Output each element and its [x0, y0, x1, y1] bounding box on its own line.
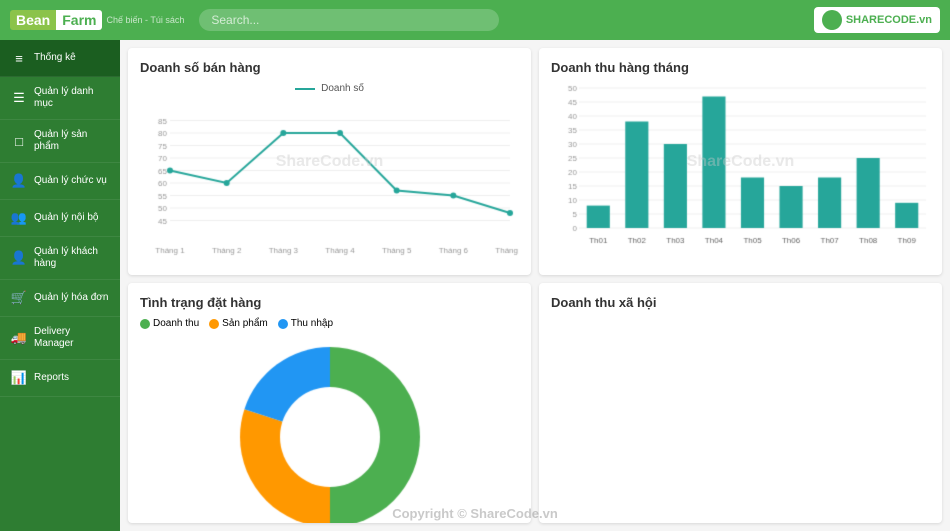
sidebar-item-quan-ly-chuc-vu[interactable]: 👤 Quản lý chức vụ: [0, 163, 120, 200]
card-doanh-thu-hang-thang: Doanh thu hàng tháng ShareCode.vn: [539, 48, 942, 275]
sidebar-label-quan-ly-khach-hang: Quản lý khách hàng: [34, 246, 110, 270]
topbar-right: SHARECODE.vn: [814, 7, 940, 33]
legend-dot: [209, 319, 219, 329]
sidebar-item-quan-ly-noi-bo[interactable]: 👥 Quản lý nội bộ: [0, 200, 120, 237]
card-title-xa-hoi: Doanh thu xã hội: [551, 295, 930, 310]
sidebar-icon-quan-ly-noi-bo: 👥: [10, 209, 28, 227]
legend-dot: [140, 319, 150, 329]
sidebar-item-quan-ly-danh-muc[interactable]: ☰ Quản lý danh mục: [0, 77, 120, 120]
sidebar-item-reports[interactable]: 📊 Reports: [0, 360, 120, 397]
sidebar-label-reports: Reports: [34, 372, 69, 384]
legend-text: Thu nhập: [291, 318, 333, 329]
card-doanh-so-ban-hang: Doanh số bán hàng Doanh số ShareCode.vn: [128, 48, 531, 275]
legend-text: Doanh thu: [153, 318, 199, 329]
sidebar-item-delivery-manager[interactable]: 🚚 Delivery Manager: [0, 317, 120, 360]
sidebar-icon-quan-ly-danh-muc: ☰: [10, 89, 28, 107]
line-chart-legend: Doanh số: [140, 83, 519, 94]
sidebar-icon-thong-ke: ≡: [10, 49, 28, 67]
sidebar-label-delivery-manager: Delivery Manager: [34, 326, 110, 350]
sidebar-label-quan-ly-san-pham: Quản lý sản phẩm: [34, 129, 110, 153]
donut-chart-canvas: [215, 337, 445, 523]
sidebar-icon-delivery-manager: 🚚: [10, 329, 28, 347]
logo-area: Bean Farm Chế biến - Túi sách: [10, 10, 184, 30]
sidebar-icon-quan-ly-khach-hang: 👤: [10, 249, 28, 267]
legend-color-doanh-so: [295, 88, 315, 90]
sidebar-label-quan-ly-noi-bo: Quản lý nội bộ: [34, 212, 99, 224]
legend-label-doanh-so: Doanh số: [321, 83, 364, 94]
sidebar-label-quan-ly-chuc-vu: Quản lý chức vụ: [34, 175, 107, 187]
sidebar-icon-quan-ly-hoa-don: 🛒: [10, 289, 28, 307]
sharecode-icon: [822, 10, 842, 30]
line-chart-canvas: [140, 98, 520, 258]
card-doanh-thu-xa-hoi: Doanh thu xã hội: [539, 283, 942, 523]
legend-text: Sản phẩm: [222, 318, 268, 329]
card-title-doanh-so: Doanh số bán hàng: [140, 60, 519, 75]
card-title-doanh-thu: Doanh thu hàng tháng: [551, 60, 930, 75]
card-title-tinh-trang: Tình trạng đặt hàng: [140, 295, 519, 310]
search-input[interactable]: [199, 9, 499, 31]
main-layout: ≡ Thống kê ☰ Quản lý danh mục □ Quản lý sản p…: [0, 40, 950, 531]
legend-item-doanh-thu: Doanh thu: [140, 318, 199, 329]
sidebar-item-quan-ly-san-pham[interactable]: □ Quản lý sản phẩm: [0, 120, 120, 163]
legend-dot: [278, 319, 288, 329]
logo-sub: Chế biến - Túi sách: [106, 15, 184, 26]
sidebar-item-quan-ly-khach-hang[interactable]: 👤 Quản lý khách hàng: [0, 237, 120, 280]
sidebar-label-quan-ly-danh-muc: Quản lý danh mục: [34, 86, 110, 110]
card-tinh-trang-dat-hang: Tình trạng đặt hàng Doanh thu Sản phẩm Thu…: [128, 283, 531, 523]
sidebar-item-thong-ke[interactable]: ≡ Thống kê: [0, 40, 120, 77]
logo-bean: Bean: [10, 10, 56, 30]
logo-farm: Farm: [56, 10, 102, 30]
sidebar-label-thong-ke: Thống kê: [34, 52, 76, 64]
sidebar: ≡ Thống kê ☰ Quản lý danh mục □ Quản lý sản p…: [0, 40, 120, 531]
bar-chart-canvas: [551, 83, 931, 248]
content-area: Doanh số bán hàng Doanh số ShareCode.vn …: [120, 40, 950, 531]
sharecode-label: SHARECODE.vn: [846, 14, 932, 26]
legend-item-thu-nhập: Thu nhập: [278, 318, 333, 329]
sidebar-item-quan-ly-hoa-don[interactable]: 🛒 Quản lý hóa đơn: [0, 280, 120, 317]
donut-legend: Doanh thu Sản phẩm Thu nhập: [140, 318, 519, 329]
legend-item-sản-phẩm: Sản phẩm: [209, 318, 268, 329]
sidebar-icon-quan-ly-san-pham: □: [10, 132, 28, 150]
sidebar-icon-reports: 📊: [10, 369, 28, 387]
sidebar-icon-quan-ly-chuc-vu: 👤: [10, 172, 28, 190]
sharecode-badge: SHARECODE.vn: [814, 7, 940, 33]
sidebar-label-quan-ly-hoa-don: Quản lý hóa đơn: [34, 292, 108, 304]
topbar: Bean Farm Chế biến - Túi sách SHARECODE.…: [0, 0, 950, 40]
